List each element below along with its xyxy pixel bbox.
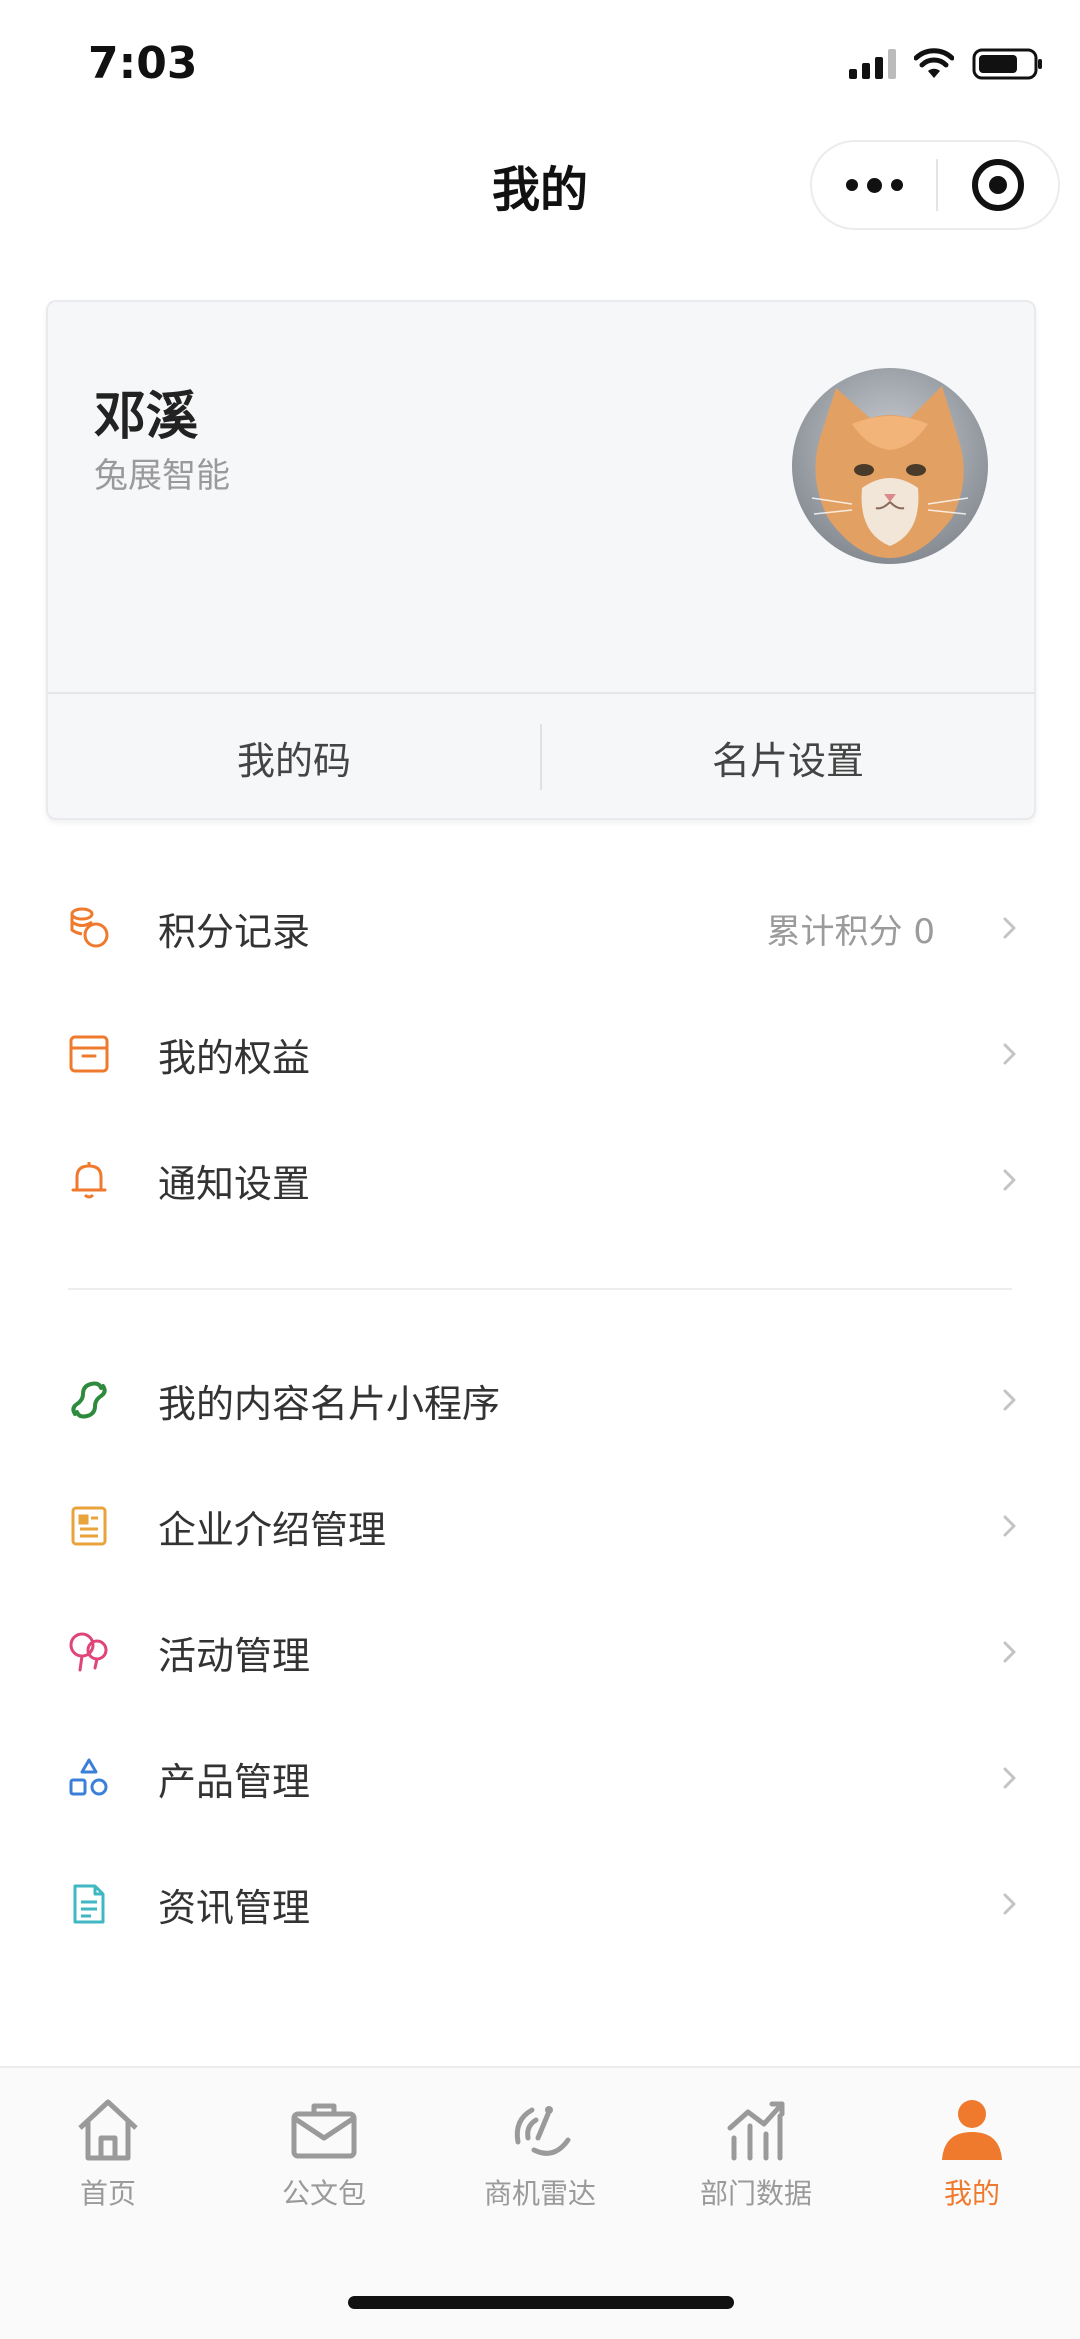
shapes-icon bbox=[64, 1753, 114, 1803]
document-card-icon bbox=[64, 1501, 114, 1551]
menu-label: 资讯管理 bbox=[158, 1885, 311, 1930]
my-code-button[interactable]: 我的码 bbox=[48, 730, 540, 785]
tab-label: 公文包 bbox=[281, 2177, 366, 2210]
user-name: 邓溪 bbox=[94, 387, 199, 447]
close-mini-program-button[interactable] bbox=[938, 142, 1058, 228]
menu-item-activity-management[interactable]: 活动管理 bbox=[0, 1592, 1080, 1712]
battery-icon bbox=[972, 47, 1044, 81]
bell-icon bbox=[64, 1155, 114, 1205]
menu-item-my-benefits[interactable]: 我的权益 bbox=[0, 994, 1080, 1114]
menu-label: 积分记录 bbox=[158, 909, 311, 954]
user-company: 兔展智能 bbox=[94, 456, 230, 496]
chevron-right-icon bbox=[1003, 1389, 1016, 1411]
tab-briefcase[interactable]: 公文包 bbox=[216, 2094, 432, 2212]
menu-label: 我的权益 bbox=[158, 1035, 311, 1080]
balloon-icon bbox=[64, 1627, 114, 1677]
chevron-right-icon bbox=[1003, 917, 1016, 939]
chevron-right-icon bbox=[1003, 1641, 1016, 1663]
more-options-button[interactable] bbox=[812, 142, 936, 228]
coins-icon bbox=[64, 903, 114, 953]
card-footer: 我的码 名片设置 bbox=[48, 692, 1034, 820]
chevron-right-icon bbox=[1003, 1893, 1016, 1915]
mini-program-capsule bbox=[810, 140, 1060, 230]
tab-department-data[interactable]: 部门数据 bbox=[648, 2094, 864, 2212]
tab-radar[interactable]: 商机雷达 bbox=[432, 2094, 648, 2212]
home-indicator bbox=[348, 2296, 734, 2309]
menu-label: 我的内容名片小程序 bbox=[158, 1381, 501, 1426]
menu-item-content-card-mini-program[interactable]: 我的内容名片小程序 bbox=[0, 1340, 1080, 1460]
section-divider bbox=[68, 1288, 1012, 1290]
chevron-right-icon bbox=[1003, 1767, 1016, 1789]
target-icon bbox=[972, 159, 1024, 211]
chart-icon bbox=[727, 2101, 785, 2161]
wifi-icon bbox=[914, 48, 954, 80]
tab-mine[interactable]: 我的 bbox=[864, 2094, 1080, 2212]
menu-label: 活动管理 bbox=[158, 1633, 311, 1678]
card-settings-button[interactable]: 名片设置 bbox=[542, 730, 1034, 785]
tab-home[interactable]: 首页 bbox=[0, 2094, 216, 2212]
menu-item-news-management[interactable]: 资讯管理 bbox=[0, 1844, 1080, 1964]
radar-icon bbox=[514, 2106, 571, 2156]
tab-label: 我的 bbox=[943, 2177, 1000, 2210]
cellular-signal-icon bbox=[849, 49, 896, 79]
user-icon bbox=[942, 2100, 1002, 2160]
menu-item-notification-settings[interactable]: 通知设置 bbox=[0, 1120, 1080, 1240]
chevron-right-icon bbox=[1003, 1043, 1016, 1065]
briefcase-icon bbox=[291, 2103, 357, 2159]
menu-item-company-intro[interactable]: 企业介绍管理 bbox=[0, 1466, 1080, 1586]
menu-item-points-record[interactable]: 积分记录 累计积分 0 bbox=[0, 868, 1080, 988]
status-icons bbox=[849, 44, 1044, 84]
menu-label: 产品管理 bbox=[158, 1759, 311, 1804]
profile-card: 邓溪 兔展智能 我的码 名片设置 bbox=[46, 300, 1036, 820]
home-icon bbox=[78, 2099, 138, 2161]
status-bar: 7:03 bbox=[0, 0, 1080, 130]
menu-label: 通知设置 bbox=[158, 1161, 311, 1206]
mini-program-icon bbox=[64, 1375, 114, 1425]
tab-label: 首页 bbox=[79, 2177, 136, 2210]
article-icon bbox=[64, 1879, 114, 1929]
chevron-right-icon bbox=[1003, 1169, 1016, 1191]
avatar[interactable] bbox=[792, 368, 988, 564]
menu-label: 企业介绍管理 bbox=[158, 1507, 387, 1552]
menu-item-product-management[interactable]: 产品管理 bbox=[0, 1718, 1080, 1838]
box-icon bbox=[64, 1029, 114, 1079]
points-total: 累计积分 0 bbox=[766, 911, 935, 952]
chevron-right-icon bbox=[1003, 1515, 1016, 1537]
status-time: 7:03 bbox=[88, 38, 198, 89]
tab-label: 部门数据 bbox=[699, 2177, 812, 2210]
tab-label: 商机雷达 bbox=[483, 2177, 596, 2210]
